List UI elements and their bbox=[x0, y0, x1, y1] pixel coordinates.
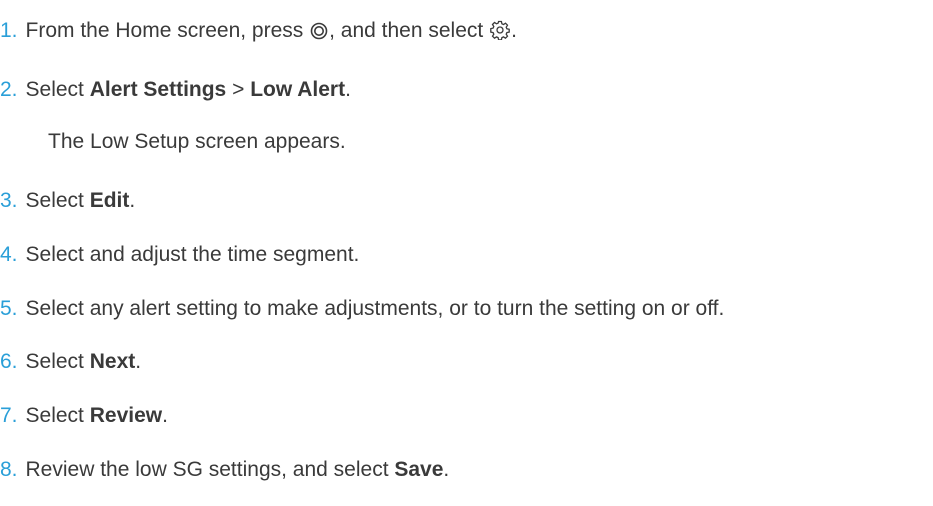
step-1: 1. From the Home screen, press , and then… bbox=[0, 16, 517, 46]
step-text: . bbox=[129, 189, 136, 212]
menu-button-icon bbox=[310, 19, 328, 49]
review-label: Review bbox=[89, 404, 163, 427]
step-3: 3. Select Edit. bbox=[0, 186, 135, 216]
step-text: , and then select bbox=[329, 19, 490, 42]
step-number: 3. bbox=[0, 189, 18, 212]
step-text: Select bbox=[25, 78, 90, 101]
step-number: 7. bbox=[0, 404, 18, 427]
step-5: 5. Select any alert setting to make adjus… bbox=[0, 294, 724, 324]
step-text: Review the low SG settings, and select bbox=[25, 458, 395, 481]
menu-path-low-alert: Low Alert bbox=[250, 78, 346, 101]
edit-label: Edit bbox=[89, 189, 130, 212]
step-2-note: The Low Setup screen appears. bbox=[48, 130, 346, 153]
step-6: 6. Select Next. bbox=[0, 347, 141, 377]
step-number: 8. bbox=[0, 458, 18, 481]
step-text: Select any alert setting to make adjustm… bbox=[25, 297, 725, 320]
step-8: 8. Review the low SG settings, and select… bbox=[0, 455, 449, 485]
step-text: Select and adjust the time segment. bbox=[25, 243, 360, 266]
step-number: 6. bbox=[0, 350, 18, 373]
menu-path-alert-settings: Alert Settings bbox=[89, 78, 227, 101]
step-4: 4. Select and adjust the time segment. bbox=[0, 240, 359, 270]
step-text: . bbox=[511, 19, 517, 42]
step-number: 5. bbox=[0, 297, 18, 320]
step-text: . bbox=[345, 78, 351, 101]
save-label: Save bbox=[394, 458, 444, 481]
step-number: 2. bbox=[0, 78, 18, 101]
step-7: 7. Select Review. bbox=[0, 401, 168, 431]
step-number: 1. bbox=[0, 19, 18, 42]
step-text: Select bbox=[25, 189, 90, 212]
step-number: 4. bbox=[0, 243, 18, 266]
step-text: Select bbox=[25, 350, 90, 373]
step-text: . bbox=[443, 458, 450, 481]
menu-path-separator: > bbox=[226, 78, 251, 101]
next-label: Next bbox=[89, 350, 136, 373]
step-2: 2. Select Alert Settings > Low Alert. bbox=[0, 75, 351, 105]
step-text: From the Home screen, press bbox=[25, 19, 310, 42]
step-text: . bbox=[135, 350, 142, 373]
step-text: . bbox=[162, 404, 168, 427]
gear-icon bbox=[490, 19, 510, 49]
step-text: Select bbox=[25, 404, 90, 427]
instruction-steps: 1. From the Home screen, press , and then… bbox=[0, 0, 933, 506]
